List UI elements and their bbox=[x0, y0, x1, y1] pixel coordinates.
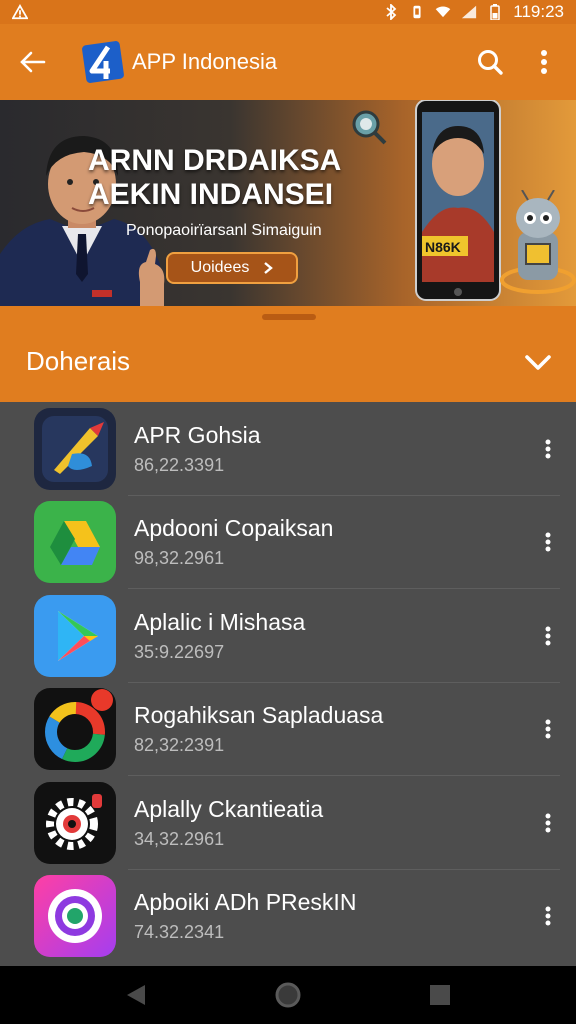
drag-handle[interactable] bbox=[262, 314, 316, 320]
magnifier-gadget-icon bbox=[352, 110, 387, 145]
section-title: Doherais bbox=[26, 346, 131, 376]
app-bar: APP Indonesia bbox=[0, 24, 576, 100]
app-icon-drive bbox=[34, 501, 116, 584]
app-name: Aplally Ckantieatia bbox=[134, 795, 324, 822]
phone-image: N86K bbox=[415, 100, 501, 301]
app-logo bbox=[80, 39, 126, 85]
app-icon-gear bbox=[34, 781, 116, 864]
promo-banner[interactable]: ARNN DRDAIKSA AEKIN INDANSEI Ponopaoirïa… bbox=[0, 100, 576, 306]
banner-subtitle: Ponopaoirïarsanl Simaiguin bbox=[126, 222, 322, 239]
item-menu-button[interactable] bbox=[538, 898, 558, 934]
list-item[interactable]: Apdooni Copaiksan 98,32.2961 bbox=[0, 496, 576, 590]
bluetooth-icon bbox=[383, 4, 399, 20]
wifi-icon bbox=[435, 4, 451, 20]
nav-back-button[interactable] bbox=[116, 975, 156, 1015]
app-meta: 86,22.3391 bbox=[134, 454, 225, 475]
app-name: Apboiki ADh PReskIN bbox=[134, 889, 357, 916]
app-name: Apdooni Copaiksan bbox=[134, 515, 334, 542]
warning-icon bbox=[12, 4, 28, 20]
chevron-down-icon bbox=[525, 355, 551, 370]
app-meta: 98,32.2961 bbox=[134, 548, 225, 569]
more-vertical-icon bbox=[545, 906, 551, 926]
banner-headline: ARNN DRDAIKSA AEKIN INDANSEI bbox=[88, 144, 342, 211]
arrow-left-icon bbox=[20, 51, 46, 73]
square-recents-icon bbox=[430, 985, 450, 1005]
app-icon-pen bbox=[34, 407, 116, 490]
app-name: APR Gohsia bbox=[134, 421, 261, 448]
app-meta: 35:9.22697 bbox=[134, 641, 225, 662]
app-meta: 82,32:2391 bbox=[134, 735, 225, 756]
item-menu-button[interactable] bbox=[538, 711, 558, 747]
app-name: Rogahiksan Sapladuasa bbox=[134, 702, 384, 729]
list-item[interactable]: Rogahiksan Sapladuasa 82,32:2391 bbox=[0, 683, 576, 777]
triangle-back-icon bbox=[127, 985, 145, 1005]
system-nav-bar bbox=[0, 966, 576, 1024]
more-vertical-icon bbox=[545, 439, 551, 459]
item-menu-button[interactable] bbox=[538, 431, 558, 467]
robot-mascot-icon bbox=[500, 190, 576, 294]
nav-recents-button[interactable] bbox=[420, 975, 460, 1015]
app-icon-play bbox=[34, 594, 116, 677]
vibrate-icon bbox=[409, 4, 425, 20]
item-menu-button[interactable] bbox=[538, 524, 558, 560]
svg-text:N86K: N86K bbox=[425, 239, 461, 255]
item-menu-button[interactable] bbox=[538, 805, 558, 841]
app-list: APR Gohsia 86,22.3391 Apdooni Copaiksan … bbox=[0, 402, 576, 966]
back-button[interactable] bbox=[14, 44, 50, 80]
status-bar: 119:23 bbox=[0, 0, 576, 24]
list-item[interactable]: Aplalic i Mishasa 35:9.22697 bbox=[0, 589, 576, 683]
banner-cta-label: Uoidees bbox=[190, 259, 250, 276]
app-meta: 34,32.2961 bbox=[134, 828, 225, 849]
list-item[interactable]: APR Gohsia 86,22.3391 bbox=[0, 402, 576, 496]
banner-cta-button[interactable]: Uoidees bbox=[166, 252, 298, 284]
app-icon-ring bbox=[34, 688, 116, 771]
search-icon bbox=[478, 50, 503, 75]
more-vertical-icon bbox=[545, 813, 551, 833]
app-meta: 74.32.2341 bbox=[134, 922, 225, 943]
signal-icon bbox=[461, 4, 477, 20]
app-title: APP Indonesia bbox=[132, 49, 278, 74]
list-item[interactable]: Apboiki ADh PReskIN 74.32.2341 bbox=[0, 870, 576, 964]
chevron-right-icon bbox=[264, 262, 274, 274]
app-icon-lens bbox=[34, 875, 116, 958]
search-button[interactable] bbox=[472, 44, 508, 80]
battery-icon bbox=[487, 4, 503, 20]
overflow-menu-button[interactable] bbox=[526, 44, 562, 80]
app-name: Aplalic i Mishasa bbox=[134, 608, 306, 635]
more-vertical-icon bbox=[545, 719, 551, 739]
list-item[interactable]: Aplally Ckantieatia 34,32.2961 bbox=[0, 776, 576, 870]
more-vertical-icon bbox=[541, 50, 547, 74]
item-menu-button[interactable] bbox=[538, 618, 558, 654]
section-header[interactable]: Doherais bbox=[0, 306, 576, 406]
collapse-toggle[interactable] bbox=[520, 344, 556, 380]
more-vertical-icon bbox=[545, 532, 551, 552]
more-vertical-icon bbox=[545, 626, 551, 646]
status-time: 119:23 bbox=[513, 2, 564, 21]
circle-home-icon bbox=[275, 982, 301, 1008]
nav-home-button[interactable] bbox=[268, 975, 308, 1015]
